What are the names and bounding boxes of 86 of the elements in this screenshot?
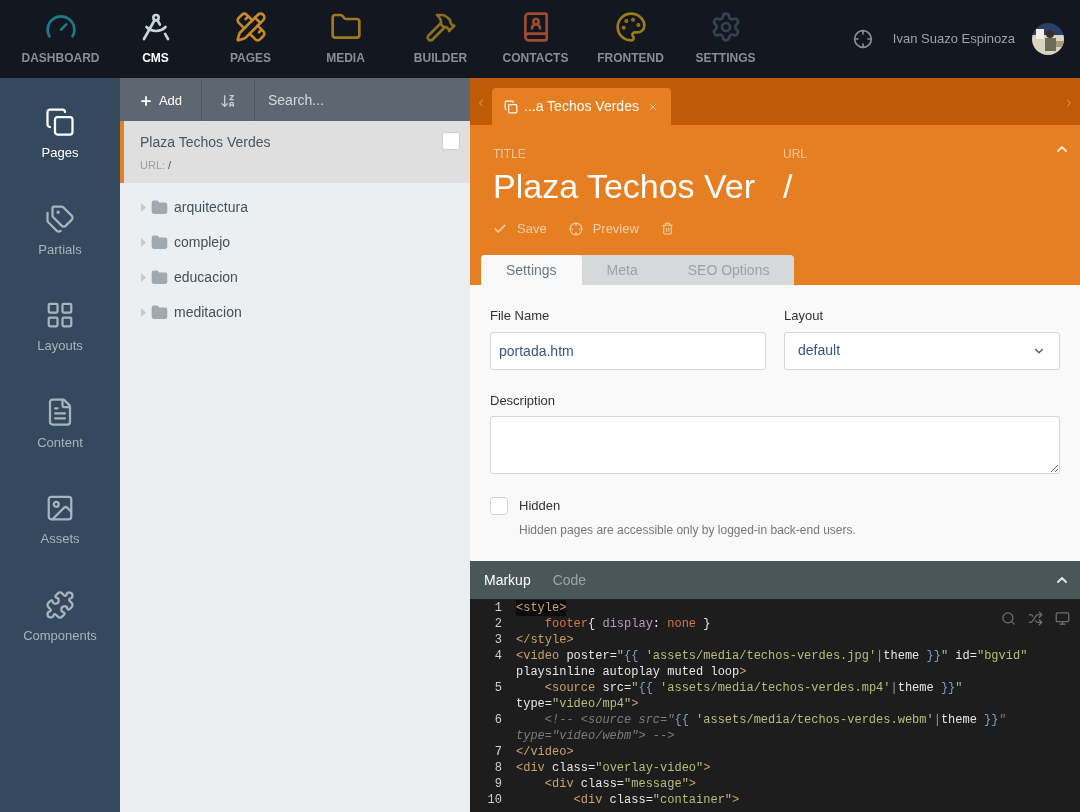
layout-dropdown[interactable]: default [784,331,1060,370]
tags-icon [45,203,75,234]
folder-item[interactable]: meditacion [120,295,470,330]
nav-item[interactable]: MEDIA [298,11,393,67]
folder-icon [151,234,168,251]
url-label: URL: [140,158,166,173]
line-number: 7 [493,744,503,760]
page-item[interactable]: Plaza Techos Verdes URL: / [120,121,470,183]
user-name[interactable]: Ivan Suazo Espinoza [892,29,1015,49]
monitor-icon[interactable] [1055,611,1070,626]
folder-item[interactable]: educacion [120,260,470,295]
code-line: <div class="container"> [572,792,740,808]
plus-icon [138,93,153,108]
crosshair-icon[interactable] [852,29,873,49]
expand-icon[interactable] [140,273,147,282]
field-label: Description [490,391,557,410]
url-label: URL [783,146,807,163]
pages-icon [45,107,75,137]
pages-icon [504,99,518,114]
sidebar-item[interactable]: Content [0,396,120,452]
image-icon [45,493,75,523]
shuffle-icon[interactable] [1028,611,1043,626]
nav-item[interactable]: CONTACTS [488,11,583,67]
code-line: <div class="overlay-video"> [516,760,711,776]
hammer-icon [424,11,457,43]
puzzle-icon [45,589,75,620]
sidebar-item[interactable]: Layouts [0,300,120,356]
checkbox[interactable] [442,132,460,150]
sidebar-item[interactable]: Components [0,589,120,645]
expand-icon[interactable] [140,308,147,317]
code-line: <div class="message"> [543,776,697,792]
sort-icon [220,92,236,109]
pencil-ruler-icon [234,11,267,43]
search-icon[interactable] [1001,611,1016,626]
field-label: Layout [784,307,825,325]
open-tab[interactable]: ...a Techos Verdes [492,88,671,125]
folder-item[interactable]: arquitectura [120,190,470,225]
url-field[interactable]: / [783,163,807,209]
crosshair-icon [568,221,583,236]
page-title: Plaza Techos Verdes [140,133,272,152]
nav-item[interactable]: PAGES [203,11,298,67]
checkbox-label: Hidden [519,497,561,515]
code-line: <!-- <source src="{{ 'assets/media/techos-verdes.webm'|theme }}" type="video/webm"> --> [516,712,1007,744]
line-number: 1 [493,600,503,616]
line-number: 2 [493,616,503,632]
url-value: / [168,158,172,173]
code-line: footer{ display: none } [543,616,711,632]
code-line: <video poster="{{ 'assets/media/techos-verdes.jpg'|theme }}" id="bgvid" playsinline autoplay muted loop> [516,648,1029,680]
line-number: 9 [493,776,503,792]
form-tab[interactable]: Settings [481,255,582,285]
grid-icon [45,300,75,330]
title-field[interactable]: Plaza Techos Ver [493,163,783,209]
line-number: 10 [486,792,503,808]
code-line: </style> [516,632,574,648]
expand-icon[interactable] [140,238,147,247]
description-field[interactable] [490,416,1060,474]
folder-icon [151,304,168,321]
file-name-field[interactable]: portada.htm [490,331,766,370]
expand-icon[interactable] [140,203,147,212]
line-number: 3 [493,632,503,648]
code-line: <source src="{{ 'assets/media/techos-verdes.mp4'|theme }}" type="video/mp4"> [516,680,964,712]
nav-item[interactable]: CMS [108,11,203,67]
folder-item[interactable]: complejo [120,225,470,260]
trash-icon[interactable] [660,222,674,236]
folder-icon [151,199,168,216]
code-tab[interactable]: Markup [484,569,531,591]
field-label: File Name [490,307,551,325]
hidden-checkbox[interactable] [490,496,508,515]
line-number: 4 [493,648,503,664]
sidebar-item[interactable]: Pages [0,107,120,163]
line-number: 5 [493,680,503,696]
help-text: Hidden pages are accessible only by logged-in back-end users. [519,521,857,539]
nav-item[interactable]: SETTINGS [678,11,773,67]
code-tab[interactable]: Code [552,569,587,591]
search-input[interactable]: Search... [255,90,470,111]
sidebar-item[interactable]: Assets [0,493,120,549]
nav-item[interactable]: DASHBOARD [13,11,108,67]
line-number: 8 [493,760,503,776]
nav-item[interactable]: BUILDER [393,11,488,67]
code-line: </video> [516,744,574,760]
line-number: 6 [493,712,503,728]
palette-icon [614,11,647,43]
title-label: TITLE [493,146,527,163]
nav-item[interactable]: FRONTEND [583,11,678,67]
folder-icon [151,269,168,286]
sidebar-item[interactable]: Partials [0,203,120,259]
